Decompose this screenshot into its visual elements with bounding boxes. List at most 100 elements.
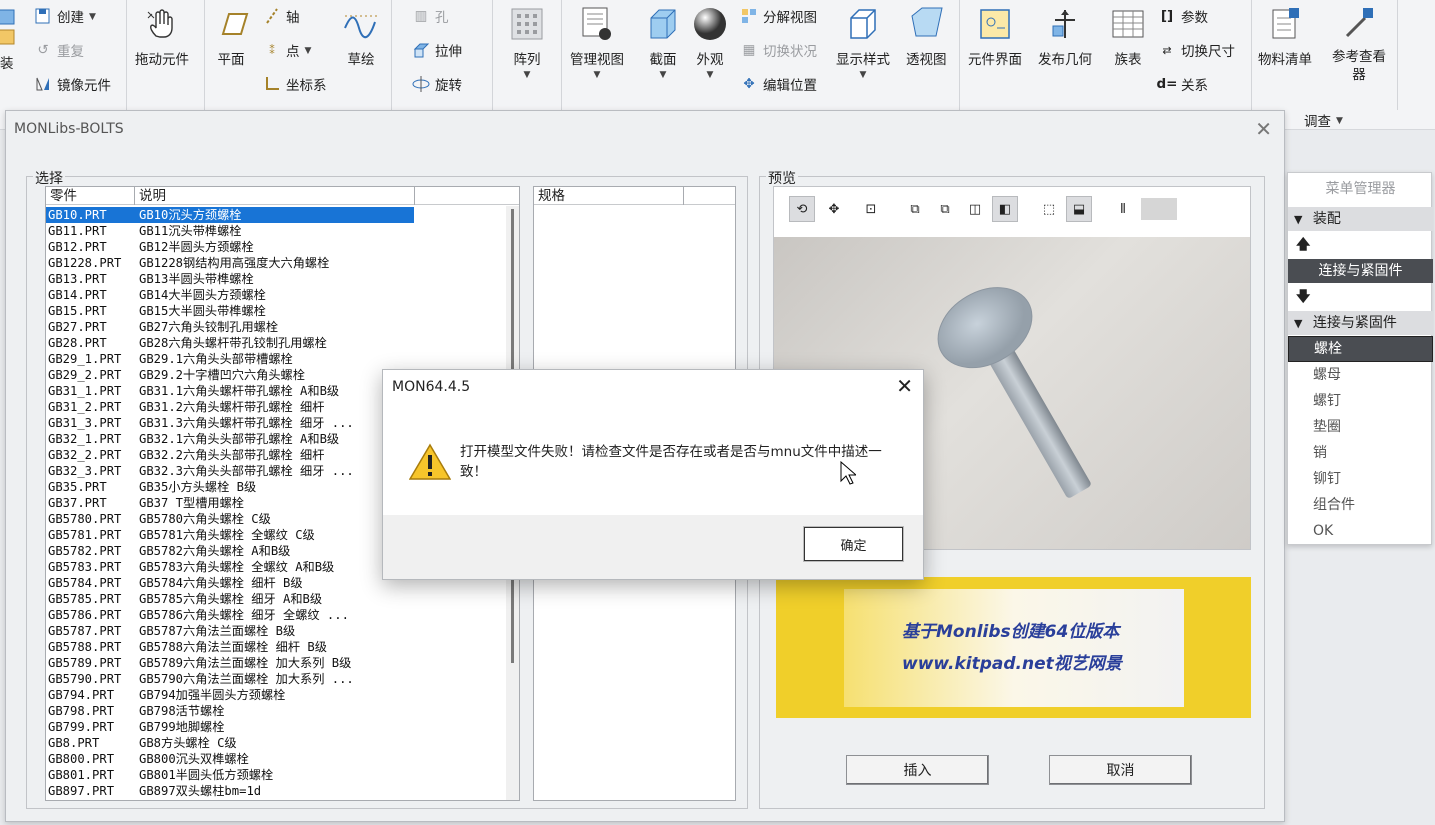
reference-viewer-button[interactable]: 参考查看器: [1328, 0, 1390, 84]
perspective-icon: [908, 6, 944, 42]
display-style-cube-icon: [845, 6, 881, 42]
menu-item[interactable]: 螺母: [1288, 363, 1433, 387]
part-description: GB10沉头方颈螺栓: [139, 208, 242, 222]
redo-button[interactable]: ↺ 重复: [34, 40, 84, 60]
promo-banner: 基于Monlibs创建64位版本 www.kitpad.net视艺网景: [776, 577, 1251, 718]
plane-button[interactable]: 平面: [213, 0, 249, 68]
part-filename: GB5787.PRT: [48, 624, 122, 638]
view-iso-icon[interactable]: ◧: [992, 196, 1018, 222]
part-filename: GB5785.PRT: [48, 592, 122, 606]
pan-view-icon[interactable]: ✥: [821, 196, 847, 222]
part-filename: GB5784.PRT: [48, 576, 122, 590]
hidden-line-icon[interactable]: ⬓: [1066, 196, 1092, 222]
menu-item[interactable]: 销: [1288, 441, 1433, 465]
section-button[interactable]: 截面 ▼: [645, 0, 681, 80]
menu-connect-fastener-button[interactable]: 连接与紧固件: [1288, 259, 1433, 283]
ok-button[interactable]: 确定: [804, 527, 903, 561]
pattern-button[interactable]: 阵列 ▼: [509, 0, 545, 80]
menu-item[interactable]: OK: [1288, 519, 1433, 543]
part-description: GB794加强半圆头方颈螺栓: [139, 688, 286, 702]
menu-up-arrow[interactable]: 🡅: [1288, 233, 1433, 257]
part-description: GB13半圆头带榫螺栓: [139, 272, 254, 286]
view-top-icon[interactable]: ⧉: [932, 196, 958, 222]
bom-button[interactable]: 物料清单: [1258, 0, 1312, 68]
view-front-icon[interactable]: ⧉: [902, 196, 928, 222]
part-filename: GB12.PRT: [48, 240, 107, 254]
part-filename: GB5786.PRT: [48, 608, 122, 622]
mouse-cursor-icon: [840, 460, 858, 489]
mirror-icon: [34, 75, 52, 93]
csys-icon: [263, 75, 281, 93]
dimension-display-icon[interactable]: ⫴: [1110, 196, 1136, 222]
zoom-fit-icon[interactable]: ⊡: [858, 196, 884, 222]
axis-button[interactable]: 轴: [263, 6, 300, 26]
part-description: GB5786六角头螺栓 细牙 全螺纹 ...: [139, 608, 349, 622]
wireframe-icon[interactable]: ⬚: [1036, 196, 1062, 222]
part-description: GB897双头螺柱bm=1d: [139, 784, 262, 798]
promo-banner-line2: www.kitpad.net视艺网景: [902, 654, 1122, 674]
menu-assembly-header[interactable]: ▼ 装配: [1288, 207, 1433, 231]
menu-item[interactable]: 螺栓: [1288, 336, 1433, 362]
column-header-spec[interactable]: 规格: [534, 187, 684, 205]
menu-down-arrow[interactable]: 🡇: [1288, 285, 1433, 309]
part-description: GB5781六角头螺栓 全螺纹 C级: [139, 528, 315, 542]
spin-view-icon[interactable]: ⟲: [789, 196, 815, 222]
part-description: GB8方头螺栓 C级: [139, 736, 237, 750]
part-description: GB1228钢结构用高强度大六角螺栓: [139, 256, 330, 270]
drag-component-button[interactable]: 拖动元件: [135, 0, 189, 68]
menu-item[interactable]: 组合件: [1288, 493, 1433, 517]
family-table-icon: [1110, 6, 1146, 42]
preview-group-label: 预览: [766, 168, 798, 188]
investigate-dropdown[interactable]: 调查 ▼: [1304, 110, 1343, 130]
menu-connect-fastener-header[interactable]: ▼ 连接与紧固件: [1288, 311, 1433, 335]
view-right-icon[interactable]: ◫: [962, 196, 988, 222]
insert-button[interactable]: 插入: [846, 755, 989, 785]
family-table-button[interactable]: 族表: [1110, 0, 1146, 68]
part-description: GB37 T型槽用螺栓: [139, 496, 244, 510]
spec-list-header: 规格: [534, 187, 735, 205]
csys-button[interactable]: 坐标系: [263, 74, 327, 94]
appearance-button[interactable]: 外观 ▼: [692, 0, 728, 80]
part-filename: GB5781.PRT: [48, 528, 122, 542]
part-description: GB5789六角法兰面螺栓 加大系列 B级: [139, 656, 352, 670]
menu-item[interactable]: 铆钉: [1288, 467, 1433, 491]
display-style-button[interactable]: 显示样式 ▼: [836, 0, 890, 80]
part-filename: GB32_3.PRT: [48, 464, 122, 478]
column-header-part[interactable]: 零件: [46, 187, 135, 205]
hole-button[interactable]: ▥ 孔: [412, 6, 449, 26]
menu-item[interactable]: 螺钉: [1288, 389, 1433, 413]
manage-view-button[interactable]: 管理视图 ▼: [570, 0, 624, 80]
part-filename: GB15.PRT: [48, 304, 107, 318]
dialog-footer: 确定: [383, 515, 923, 579]
dialog-close-icon[interactable]: ✕: [896, 374, 913, 398]
mirror-component-button[interactable]: 镜像元件: [34, 74, 111, 94]
switch-dimensions-button[interactable]: ⇄ 切换尺寸: [1158, 40, 1235, 61]
perspective-button[interactable]: 透视图: [906, 0, 947, 68]
toggle-status-button[interactable]: ▦ 切换状况: [740, 40, 817, 60]
menu-item[interactable]: 垫圈: [1288, 415, 1433, 439]
cancel-button[interactable]: 取消: [1049, 755, 1192, 785]
explode-view-button[interactable]: 分解视图: [740, 6, 817, 26]
create-button[interactable]: 创建 ▼: [34, 6, 96, 26]
part-description: GB5782六角头螺栓 A和B级: [139, 544, 291, 558]
revolve-button[interactable]: 旋转: [412, 74, 462, 94]
extrude-button[interactable]: 拉伸: [412, 40, 462, 60]
component-interface-button[interactable]: 元件界面: [968, 0, 1022, 68]
part-description: GB15大半圆头带榫螺栓: [139, 304, 266, 318]
point-button[interactable]: ⁑ 点 ▼: [263, 40, 311, 61]
relations-button[interactable]: d= 关系: [1157, 74, 1208, 94]
parameters-button[interactable]: [] 参数: [1158, 6, 1208, 26]
bom-icon: [1267, 6, 1303, 42]
menu-manager-title: 菜单管理器: [1325, 181, 1396, 197]
publish-geometry-button[interactable]: 发布几何: [1038, 0, 1092, 68]
part-description: GB29.2十字槽凹穴六角头螺栓: [139, 368, 305, 382]
part-description: GB31.1六角头螺杆带孔螺栓 A和B级: [139, 384, 340, 398]
window-close-icon[interactable]: ✕: [1255, 117, 1272, 141]
plane-icon: [213, 6, 249, 42]
table-row[interactable]: GB10.PRT GB10沉头方颈螺栓: [46, 207, 414, 223]
column-header-description[interactable]: 说明: [135, 187, 415, 205]
color-swatch[interactable]: [1141, 198, 1177, 220]
sketch-button[interactable]: 草绘: [343, 0, 379, 68]
edit-position-button[interactable]: ✥ 编辑位置: [740, 74, 817, 94]
assemble-button[interactable]: 装: [0, 52, 14, 72]
